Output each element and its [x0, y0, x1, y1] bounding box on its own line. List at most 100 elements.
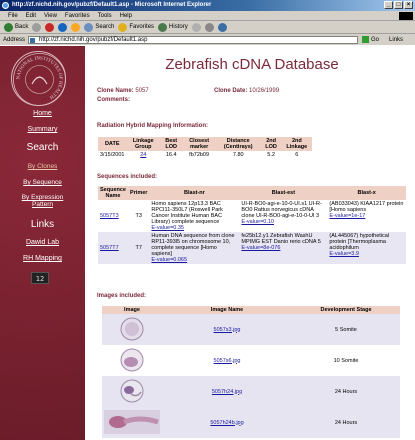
nav-by-expression-label: By Expression Pattern — [21, 194, 64, 208]
favorites-button[interactable]: Favorites — [118, 22, 154, 32]
table-row: 5057h24b.jpg 24 Hours — [102, 407, 400, 438]
seq-est-text: fe25b12.y1 Zebrafish WashU MPIMG EST Dan… — [241, 233, 321, 245]
back-button[interactable]: Back — [4, 22, 29, 32]
maximize-button[interactable]: □ — [394, 1, 403, 9]
nav-summary-label: Summary — [27, 126, 58, 133]
seq-est-cell: fe25b12.y1 Zebrafish WashU MPIMG EST Dan… — [239, 232, 328, 264]
seq-nr-cell: Human DNA sequence from clone RP11-393l5… — [149, 232, 240, 264]
img-name-link[interactable]: 5057s6.jpg — [214, 358, 241, 364]
rh-data-row: 3/15/2001 24 16.4 fb72b09 7.80 5.2 6 — [98, 151, 312, 159]
seq-nr-evalue[interactable]: E-value=0.065 — [151, 257, 187, 263]
print-icon[interactable] — [204, 22, 214, 32]
page-icon — [30, 37, 36, 43]
links-button[interactable]: Links — [389, 37, 403, 43]
seq-col-est: Blast-est — [239, 186, 328, 200]
img-name-cell[interactable]: 5057s6.jpg — [162, 345, 292, 376]
img-thumb-cell[interactable] — [102, 407, 162, 438]
nav-summary[interactable]: Summary — [0, 126, 85, 133]
nav-by-sequence[interactable]: By Sequence — [0, 179, 85, 186]
ie-icon — [2, 2, 9, 9]
menu-file[interactable]: File — [8, 11, 18, 20]
go-button[interactable]: Go — [362, 36, 379, 43]
seq-x-evalue[interactable]: E-value=3.9 — [329, 251, 359, 257]
seq-est-text: UI-R-BO0-agi-e-10-0-UI.s1 UI-R-BO0 Rattu… — [241, 201, 322, 219]
nih-seal-logo: NATIONAL INSTITUTES OF HEALTH — [11, 51, 66, 106]
seq-name-cell[interactable]: 5057T7 — [98, 232, 128, 264]
rh-linkage-link[interactable]: 24 — [126, 151, 161, 159]
seq-col-name: Sequence Name — [98, 186, 128, 200]
seq-est-evalue[interactable]: E-value=8e-076 — [241, 245, 280, 251]
table-row: 5057T7 T7 Human DNA sequence from clone … — [98, 232, 406, 264]
rh-distance: 7.80 — [215, 151, 261, 159]
seq-primer: T7 — [127, 232, 150, 264]
seq-x-evalue[interactable]: E-value=1e-17 — [329, 213, 365, 219]
search-button[interactable]: Search — [84, 22, 114, 32]
clone-date-value: 10/26/1999 — [249, 88, 280, 94]
forward-arrow-icon[interactable] — [32, 22, 42, 32]
embryo-thumbnail-image[interactable] — [104, 409, 160, 434]
edit-icon[interactable] — [217, 22, 227, 32]
go-arrow-icon — [362, 36, 370, 43]
menu-view[interactable]: View — [44, 11, 57, 20]
seq-nr-evalue[interactable]: E-value=0.35 — [151, 225, 184, 231]
embryo-thumbnail-image[interactable] — [119, 316, 145, 342]
sequences-heading: Sequences included: — [97, 174, 158, 180]
seq-x-text: (AB033043) KIAA1217 protein [Homo sapien… — [329, 201, 404, 213]
seq-nr-cell: Homo sapiens 12p13.3 BAC RPCI11-350L7 (R… — [149, 200, 240, 232]
refresh-icon[interactable] — [58, 22, 68, 32]
history-icon — [158, 22, 168, 32]
img-name-cell[interactable]: 5057h24b.jpg — [162, 407, 292, 438]
menu-help[interactable]: Help — [120, 11, 132, 20]
minimize-button[interactable]: _ — [384, 1, 393, 9]
stop-icon[interactable] — [45, 22, 55, 32]
img-name-link[interactable]: 5057h24.jpg — [212, 389, 242, 395]
nav-search-heading: Search — [26, 142, 59, 153]
img-col-stage: Development Stage — [292, 306, 400, 314]
img-name-cell[interactable]: 5057h24.jpg — [162, 376, 292, 407]
rh-header-row: DATE Linkage Group Best LOD Closest mark… — [98, 137, 312, 151]
rh-linkage-value[interactable]: 24 — [140, 152, 146, 158]
back-label: Back — [15, 24, 29, 30]
menu-bar: File Edit View Favorites Tools Help — [0, 11, 415, 21]
clone-date-label: Clone Date: — [214, 88, 248, 94]
img-thumb-cell[interactable] — [102, 345, 162, 376]
img-col-name: Image Name — [162, 306, 292, 314]
embryo-thumbnail-image[interactable] — [119, 378, 145, 404]
address-input[interactable]: http://zf.nichd.nih.gov/pubzf/Default1.a… — [28, 35, 359, 44]
img-thumb-cell[interactable] — [102, 314, 162, 345]
nav-links-heading: Links — [30, 219, 55, 230]
seq-est-evalue[interactable]: E-value=0.10 — [241, 219, 274, 225]
menu-edit[interactable]: Edit — [26, 11, 36, 20]
img-stage: 24 Hours — [292, 407, 400, 438]
history-button[interactable]: History — [158, 22, 188, 32]
seq-header-row: Sequence Name Primer Blast-nr Blast-est … — [98, 186, 406, 200]
img-name-link[interactable]: 5057h24b.jpg — [210, 420, 243, 426]
mail-icon[interactable] — [191, 22, 201, 32]
rh-col-closest: Closest marker — [182, 137, 216, 151]
nav-by-expression[interactable]: By Expression Pattern — [0, 194, 85, 208]
seq-name-link[interactable]: 5057T3 — [100, 213, 119, 219]
close-button[interactable]: × — [404, 1, 413, 9]
nav-by-clones[interactable]: By Clones — [0, 163, 85, 170]
seq-name-cell[interactable]: 5057T3 — [98, 200, 128, 232]
rh-date: 3/15/2001 — [98, 151, 127, 159]
nav-dawid-lab[interactable]: Dawid Lab — [0, 239, 85, 246]
menu-favorites[interactable]: Favorites — [65, 11, 90, 20]
nav-rh-mapping[interactable]: RH Mapping — [0, 255, 85, 262]
seq-x-text: (AL445067) hypothetical protein [Thermop… — [329, 233, 390, 251]
img-thumb-cell[interactable] — [102, 376, 162, 407]
table-row: 5057s6.jpg 10 Somite — [102, 345, 400, 376]
clone-name-label: Clone Name: — [97, 88, 134, 94]
sidebar: NATIONAL INSTITUTES OF HEALTH Home Summa… — [0, 46, 85, 440]
nav-home[interactable]: Home — [0, 110, 85, 117]
seq-name-link[interactable]: 5057T7 — [100, 245, 119, 251]
images-table: Image Image Name Development Stage 5057s… — [102, 306, 400, 438]
seq-nr-text: Homo sapiens 12p13.3 BAC RPCI11-350L7 (R… — [151, 201, 223, 225]
menu-tools[interactable]: Tools — [98, 11, 112, 20]
home-icon[interactable] — [71, 22, 81, 32]
img-name-cell[interactable]: 5057s3.jpg — [162, 314, 292, 345]
hit-counter: 12 — [31, 272, 49, 284]
page-title: Zebrafish cDNA Database — [165, 56, 339, 73]
embryo-thumbnail-image[interactable] — [119, 347, 145, 373]
img-name-link[interactable]: 5057s3.jpg — [214, 327, 241, 333]
